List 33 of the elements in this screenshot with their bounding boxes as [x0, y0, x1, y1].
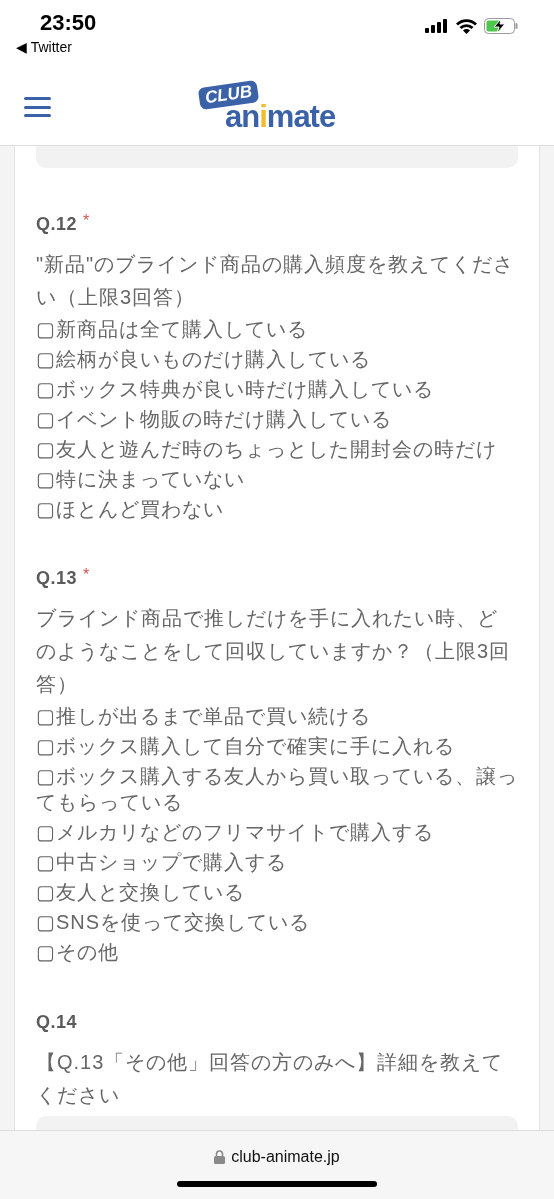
required-mark: * — [83, 566, 90, 584]
answer-option: ▢ほとんど買わない — [36, 494, 518, 524]
lock-icon — [214, 1150, 226, 1164]
question-text: ブラインド商品で推しだけを手に入れたい時、どのようなことをして回収していますか？（上限3回答） — [36, 606, 512, 697]
required-mark: * — [83, 212, 90, 230]
question-number: Q.13 — [36, 567, 78, 590]
menu-icon[interactable] — [24, 95, 51, 119]
answer-option: ▢ボックス購入する友人から買い取っている、譲ってもらっている — [36, 761, 518, 817]
answer-option: ▢ボックス購入して自分で確実に手に入れる — [36, 731, 518, 761]
answer-option: ▢イベント物販の時だけ購入している — [36, 404, 518, 434]
answer-option: ▢絵柄が良いものだけ購入している — [36, 344, 518, 374]
home-indicator[interactable] — [177, 1181, 377, 1187]
question-number: Q.12 — [36, 213, 78, 236]
status-time: 23:50 — [39, 9, 97, 37]
answer-option: ▢その他 — [36, 937, 518, 967]
question-text: 【Q.13「その他」回答の方のみへ】詳細を教えてください — [36, 1050, 505, 1108]
answer-option: ▢新商品は全て購入している — [36, 314, 518, 344]
answer-option: ▢友人と遊んだ時のちょっとした開封会の時だけ — [36, 434, 518, 464]
answer-option: ▢メルカリなどのフリマサイトで購入する — [36, 817, 518, 847]
battery-charging-icon — [484, 18, 518, 34]
answer-option: ▢中古ショップで購入する — [36, 847, 518, 877]
question-number: Q.14 — [36, 1011, 78, 1034]
answer-field[interactable] — [36, 146, 518, 168]
answer-option: ▢SNSを使って交換している — [36, 907, 518, 937]
answer-option: ▢ボックス特典が良い時だけ購入している — [36, 374, 518, 404]
answer-option: ▢特に決まっていない — [36, 464, 518, 494]
question-text: "新品"のブラインド商品の購入頻度を教えてください（上限3回答） — [36, 252, 516, 310]
wifi-icon — [456, 18, 477, 34]
answer-option: ▢推しが出るまで単品で買い続ける — [36, 701, 518, 731]
back-to-app-link[interactable]: ◀ Twitter — [16, 38, 97, 56]
url-text[interactable]: club-animate.jp — [231, 1146, 340, 1168]
signal-icon — [425, 19, 449, 33]
answer-option: ▢友人と交換している — [36, 877, 518, 907]
